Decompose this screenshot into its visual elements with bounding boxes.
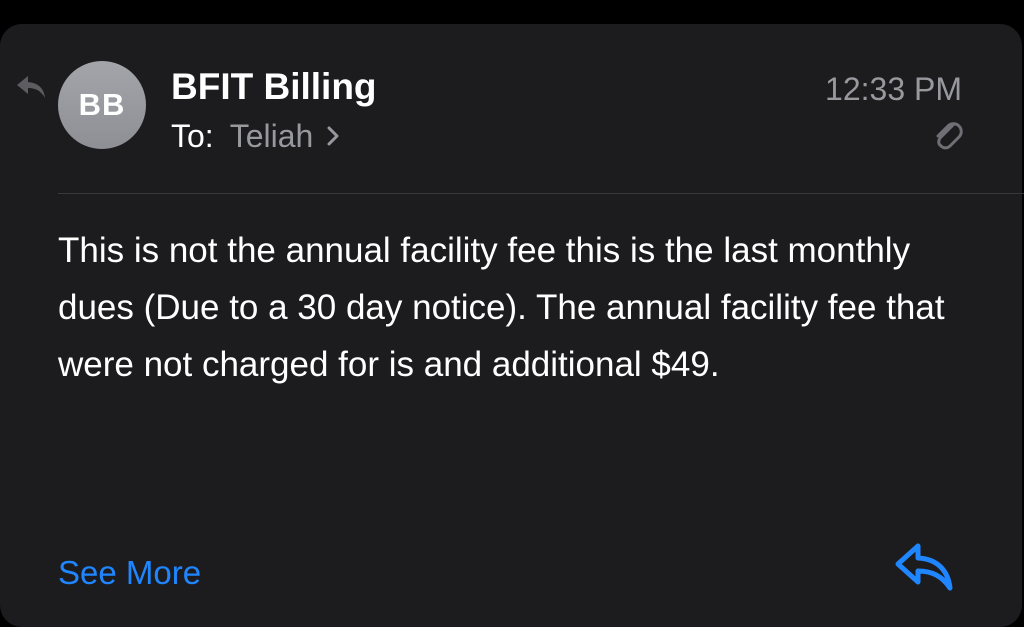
paperclip-icon	[936, 122, 963, 150]
message-body: This is not the annual facility fee this…	[58, 231, 945, 384]
header-divider	[58, 193, 1024, 194]
recipient-row[interactable]: To: Teliah	[171, 116, 341, 156]
message-time: 12:33 PM	[825, 71, 962, 107]
chevron-right-icon[interactable]	[325, 124, 341, 148]
replied-arrow-icon	[17, 76, 45, 98]
sender-name[interactable]: BFIT Billing	[171, 66, 377, 108]
reply-arrow-icon[interactable]	[892, 538, 956, 594]
recipient-name[interactable]: Teliah	[230, 116, 314, 156]
see-more-link[interactable]: See More	[58, 552, 201, 594]
to-label: To:	[171, 118, 214, 154]
avatar[interactable]: BB	[58, 61, 146, 149]
